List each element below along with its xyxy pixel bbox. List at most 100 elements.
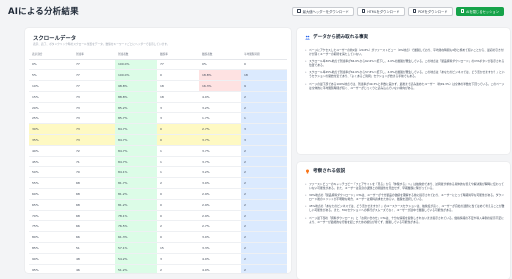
list-item: スクロール率45%地点で到達率が62.6%から57.8%へ低下し、4.8%の離脱… bbox=[305, 70, 505, 78]
facts-list: ページにアクセスしたユーザーの約2割（20.8%）がファーストビュー（0%地点）… bbox=[305, 48, 505, 93]
table-cell: 78.1% bbox=[115, 210, 157, 222]
table-cell: 16.3% bbox=[199, 80, 241, 92]
column-header[interactable]: 到達者数 bbox=[115, 50, 157, 60]
table-cell: 50% bbox=[29, 166, 73, 179]
table-cell: 2 bbox=[241, 220, 287, 233]
table-cell: 84.7% bbox=[115, 134, 157, 146]
table-cell: 81.7% bbox=[115, 177, 157, 190]
table-row: 80% 66 61.3% 0 3.0% 2 bbox=[29, 231, 287, 244]
table-row: 60% 68 81.2% 0 2.9% 2 bbox=[29, 188, 287, 200]
table-cell: 2 bbox=[241, 199, 287, 211]
table-header-row: 表示割合 到達率 到達者数 離脱率 離脱者数 平均閲覧時間 bbox=[29, 50, 287, 60]
table-cell: 4.0% bbox=[199, 91, 241, 103]
table-cell: 77 bbox=[73, 59, 115, 71]
table-cell: 84.7% bbox=[115, 123, 157, 136]
table-cell: 2 bbox=[241, 242, 287, 254]
table-cell: 3 bbox=[241, 134, 287, 146]
table-cell: 1 bbox=[157, 166, 199, 179]
table-cell: 1 bbox=[241, 112, 287, 125]
table-cell: 3.7% bbox=[199, 134, 241, 146]
column-header[interactable]: 離脱者数 bbox=[199, 50, 241, 60]
table-cell: 84.7% bbox=[115, 145, 157, 157]
table-row: 35% 73 84.7% 0 3.7% 3 bbox=[29, 134, 287, 146]
close-ai-session-button[interactable]: AIを閉じるセッション bbox=[455, 6, 504, 16]
facts-heading: データから読み取れる事実 bbox=[305, 34, 368, 40]
table-cell: 4.0% bbox=[199, 264, 241, 273]
column-header[interactable]: 到達率 bbox=[73, 50, 115, 60]
list-item: スクロール率30%地点で到達率が84.6%から62.6%へ低下し、4.0%の離脱… bbox=[305, 59, 505, 67]
table-cell: 46 bbox=[73, 264, 115, 273]
table-cell: 25% bbox=[29, 112, 73, 125]
table-cell: 85% bbox=[29, 242, 73, 254]
column-header[interactable]: 表示割合 bbox=[29, 50, 73, 60]
table-cell: 35% bbox=[29, 134, 73, 146]
table-cell: 55% bbox=[29, 177, 73, 190]
table-cell: 0 bbox=[157, 231, 199, 244]
table-cell: 100.0% bbox=[115, 69, 157, 82]
facts-title: データから読み取れる事実 bbox=[313, 35, 369, 40]
download-max-header-label: 最大値ヘッダーをダウンロード bbox=[302, 9, 349, 14]
table-cell: 2 bbox=[241, 253, 287, 265]
table-cell: 73 bbox=[73, 112, 115, 125]
table-cell: 73 bbox=[73, 134, 115, 146]
table-row: 30% 73 84.7% 0 2.7% 3 bbox=[29, 123, 287, 136]
column-header[interactable]: 平均閲覧時間 bbox=[241, 50, 287, 60]
table-cell: 9 bbox=[241, 80, 287, 92]
table-cell: 2 bbox=[241, 264, 287, 273]
table-cell: 98.8% bbox=[115, 80, 157, 92]
table-cell: 18 bbox=[157, 91, 199, 103]
table-cell: 0% bbox=[29, 59, 73, 71]
column-header[interactable]: 離脱率 bbox=[157, 50, 199, 60]
table-cell: 2 bbox=[241, 145, 287, 157]
table-cell: 3 bbox=[157, 253, 199, 265]
table-cell: 85.7% bbox=[115, 112, 157, 125]
table-cell: 1 bbox=[157, 145, 199, 157]
table-cell: 2.9% bbox=[199, 210, 241, 222]
table-cell: 0% bbox=[199, 59, 241, 71]
table-row: 10% 77 98.8% 18 16.3% 9 bbox=[29, 80, 287, 92]
table-cell: 76.5% bbox=[115, 220, 157, 233]
table-cell: 2 bbox=[241, 231, 287, 244]
table-cell: 66 bbox=[73, 220, 115, 233]
scroll-data-panel: スクロールデータ 表示、読了、ボタンクリック時のスクロール位置をデータ。数値をキ… bbox=[25, 28, 291, 273]
hypotheses-card: 考察される仮説 ファーストビューのキャッチコピー「フェアサイトを「見る」から「体… bbox=[297, 162, 510, 279]
table-cell: 73 bbox=[73, 102, 115, 114]
table-cell: 81.2% bbox=[115, 199, 157, 211]
table-cell: 3.0% bbox=[199, 231, 241, 244]
table-row: 15% 73 88.8% 18 4.0% 2 bbox=[29, 91, 287, 103]
hypotheses-heading: 考察される仮説 bbox=[305, 168, 345, 174]
table-cell: 85.2% bbox=[115, 102, 157, 114]
download-pdf-label: PDFをダウンロード bbox=[418, 9, 448, 14]
table-row: 65% 68 81.2% 0 2.9% 2 bbox=[29, 199, 287, 211]
table-cell: 2.9% bbox=[199, 199, 241, 211]
table-cell: 45% bbox=[29, 156, 73, 168]
table-cell: 3.7% bbox=[199, 156, 241, 168]
table-cell: 73 bbox=[73, 91, 115, 103]
download-icon bbox=[412, 9, 417, 13]
download-max-header-button[interactable]: 最大値ヘッダーをダウンロード bbox=[292, 6, 354, 16]
table-row: 0% 77 100.0% 77 0% 0 bbox=[29, 59, 287, 71]
table-cell: 3.7% bbox=[199, 145, 241, 157]
download-pdf-button[interactable]: PDFをダウンロード bbox=[407, 6, 453, 16]
table-cell: 0 bbox=[157, 69, 199, 82]
table-row: 90% 48 54.2% 3 4.0% 2 bbox=[29, 253, 287, 265]
scroll-data-title: スクロールデータ bbox=[33, 36, 77, 42]
facts-card: データから読み取れる事実 ページにアクセスしたユーザーの約2割（20.8%）がフ… bbox=[297, 28, 510, 154]
table-cell: 61.3% bbox=[115, 231, 157, 244]
table-cell: 1 bbox=[157, 156, 199, 168]
list-item: ページ最下部の「資料ダウンロード」と「お問い合わせ」CTAは、十分な情報を提供し… bbox=[305, 216, 505, 224]
download-icon bbox=[361, 9, 366, 13]
table-cell: 20% bbox=[29, 102, 73, 114]
download-html-button[interactable]: HTMLをダウンロード bbox=[356, 6, 405, 16]
table-cell: 5% bbox=[29, 69, 73, 82]
scroll-data-description: 表示、読了、ボタンクリック時のスクロール位置をデータ。数値をキーワードごとにヘッ… bbox=[33, 42, 170, 46]
list-item: 30%地点の「製品資料ダウンロード」CTAは、ユーザーが十分製品の価値を理解する… bbox=[305, 193, 505, 201]
list-item: ページにアクセスしたユーザーの約2割（20.8%）がファーストビュー（0%地点）… bbox=[305, 48, 505, 56]
table-cell: 15 bbox=[157, 242, 199, 254]
table-cell: 77 bbox=[73, 80, 115, 92]
table-cell: 81.2% bbox=[115, 188, 157, 200]
table-cell: 1.7% bbox=[199, 112, 241, 125]
table-cell: 2 bbox=[241, 166, 287, 179]
table-cell: 100.0% bbox=[115, 59, 157, 71]
table-cell: 72 bbox=[73, 145, 115, 157]
